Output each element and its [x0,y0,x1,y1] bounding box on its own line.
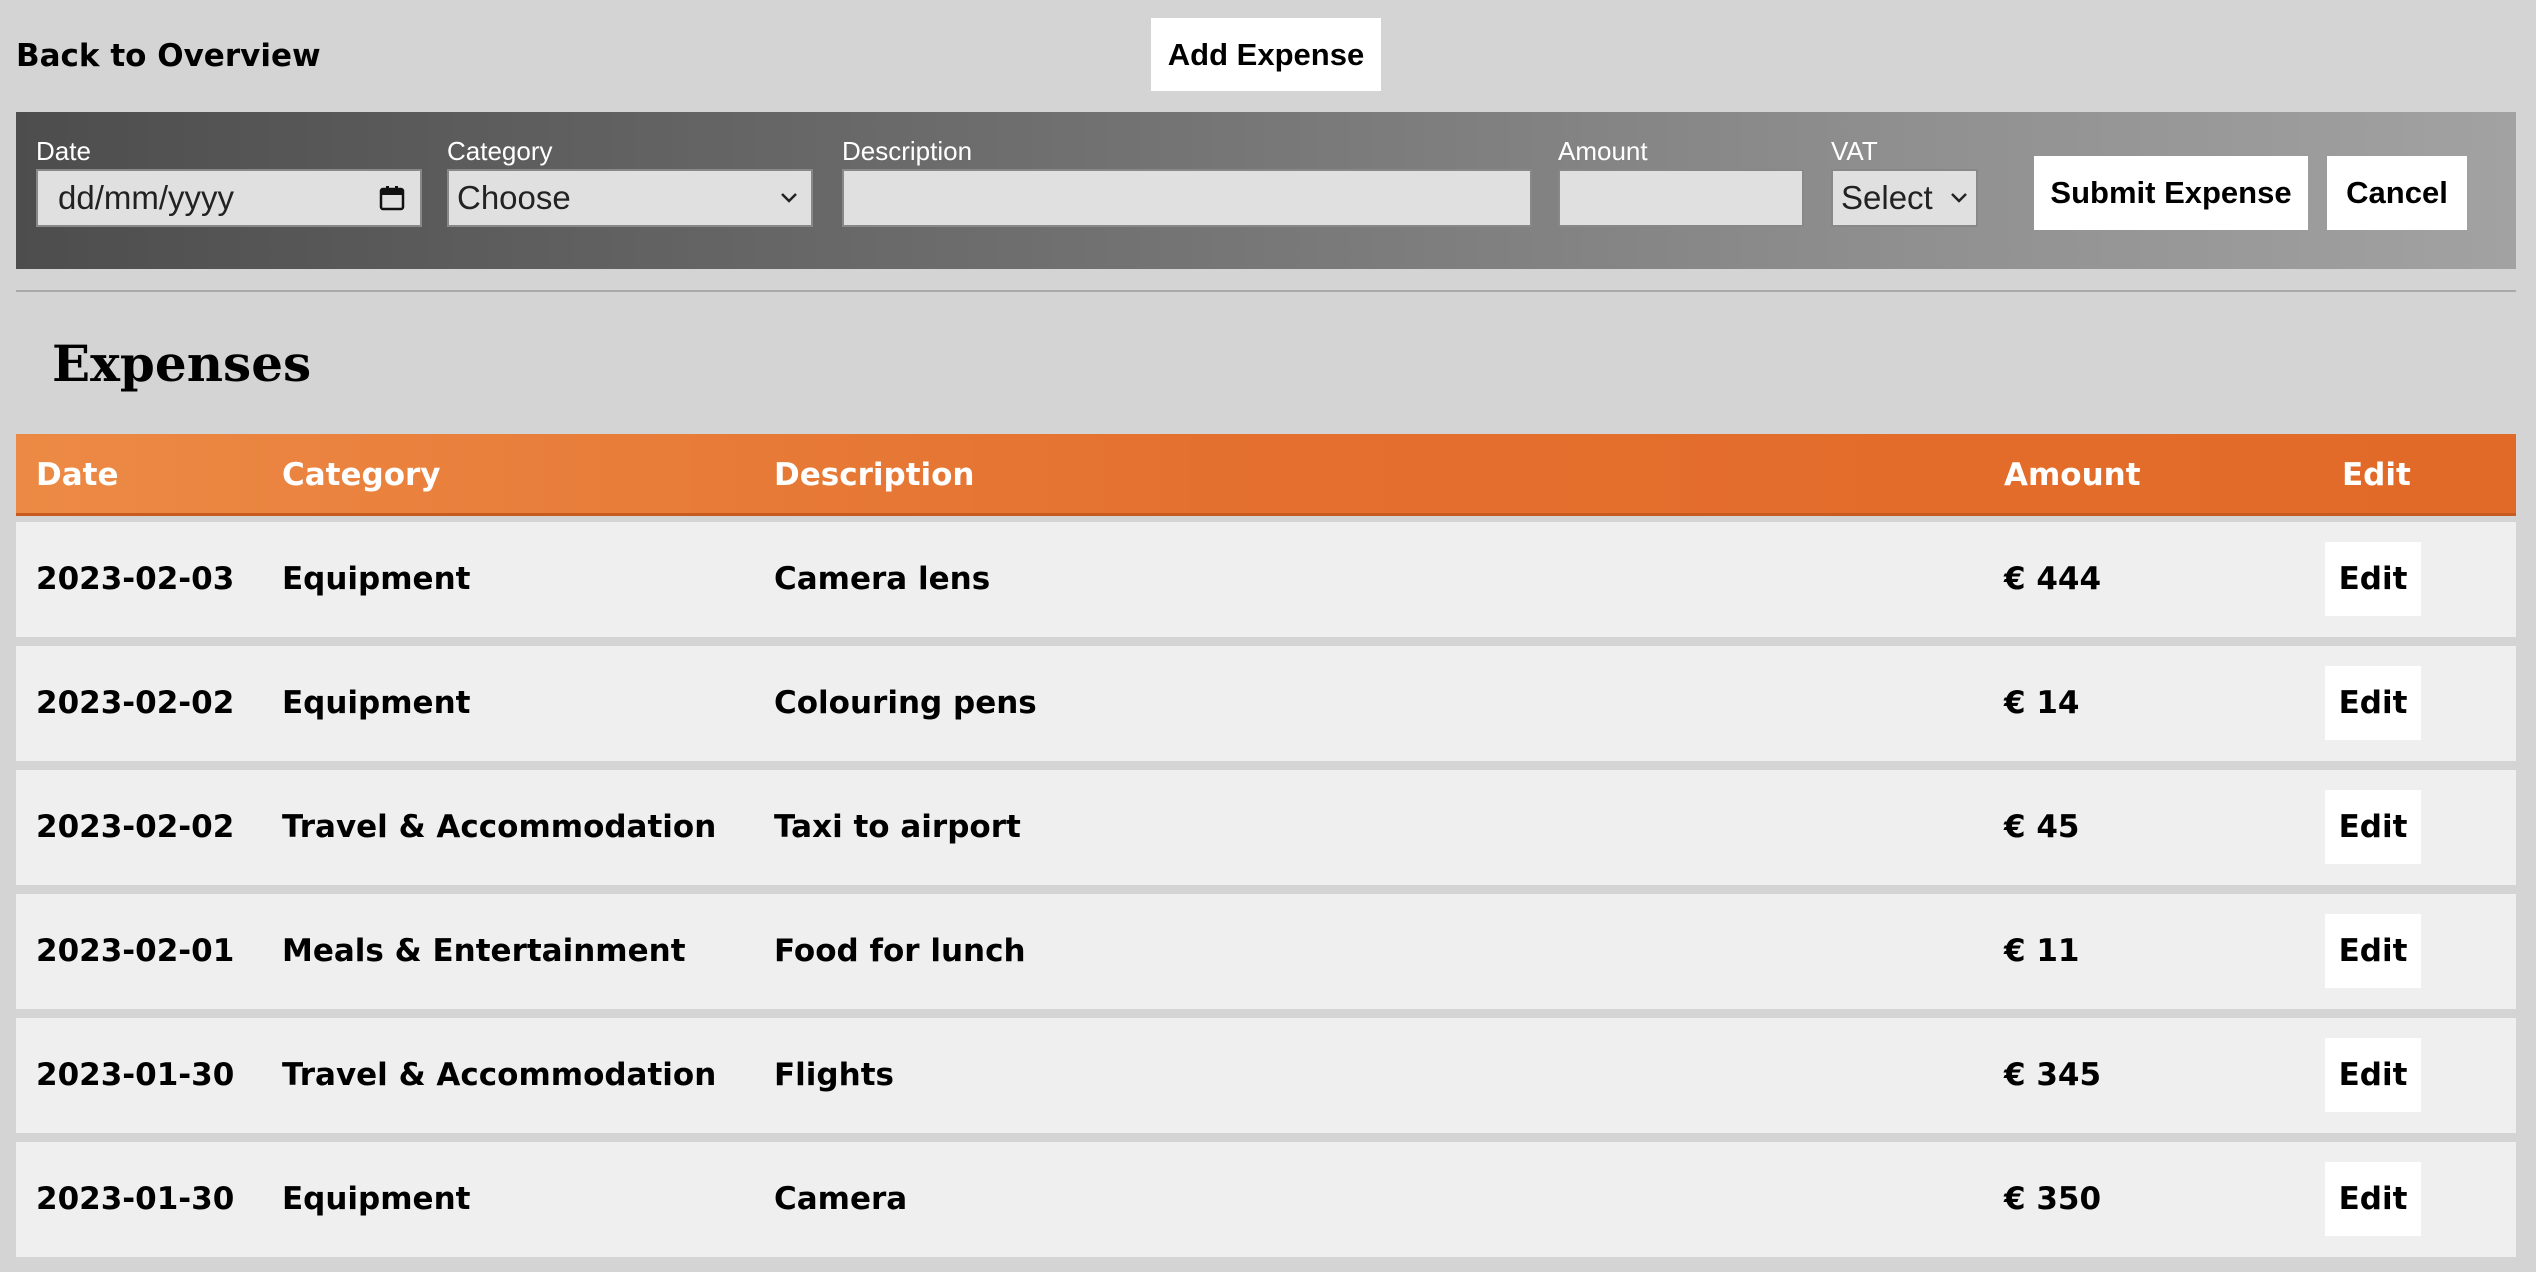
category-label: Category [447,136,553,166]
edit-button[interactable]: Edit [2325,914,2421,988]
chevron-down-icon [1942,191,1976,205]
add-expense-button[interactable]: Add Expense [1151,18,1381,91]
calendar-icon[interactable] [364,184,420,212]
header-edit: Edit [2342,457,2411,493]
cell-category: Equipment [282,1181,471,1217]
cell-date: 2023-02-02 [36,685,235,721]
header-amount: Amount [2004,457,2141,493]
edit-button[interactable]: Edit [2325,1162,2421,1236]
date-label: Date [36,136,91,166]
category-select[interactable]: Choose [447,169,813,227]
cell-category: Meals & Entertainment [282,933,686,969]
cell-category: Travel & Accommodation [282,809,717,845]
description-label: Description [842,136,973,166]
cell-description: Camera lens [774,561,991,597]
date-input-value: dd/mm/yyyy [58,179,235,216]
cell-category: Equipment [282,561,471,597]
description-input[interactable] [842,169,1532,227]
expenses-table: Date Category Description Amount Edit 20… [16,434,2516,1266]
cell-description: Taxi to airport [774,809,1021,845]
cell-amount: € 345 [2004,1057,2102,1093]
cell-date: 2023-01-30 [36,1057,235,1093]
vat-select-value: Select [1841,179,1933,216]
table-row: 2023-02-01 Meals & Entertainment Food fo… [16,894,2516,1009]
table-row: 2023-01-30 Equipment Camera € 350 Edit [16,1142,2516,1257]
amount-input[interactable] [1558,169,1804,227]
vat-select[interactable]: Select [1831,169,1978,227]
header-category: Category [282,457,441,493]
amount-field-group: Amount [1558,136,1648,166]
expenses-page: Back to Overview Add Expense Date dd/mm/… [0,0,2536,1272]
table-body: 2023-02-03 Equipment Camera lens € 444 E… [16,522,2516,1257]
expense-form: Date dd/mm/yyyy Category Choose Descript… [16,112,2516,269]
category-select-value: Choose [457,179,571,216]
cell-description: Camera [774,1181,908,1217]
chevron-down-icon [767,191,811,205]
table-row: 2023-02-03 Equipment Camera lens € 444 E… [16,522,2516,637]
table-row: 2023-02-02 Travel & Accommodation Taxi t… [16,770,2516,885]
cell-date: 2023-02-03 [36,561,235,597]
date-field-group: Date [36,136,91,166]
cell-description: Flights [774,1057,894,1093]
vat-label: VAT [1831,136,1878,166]
edit-button[interactable]: Edit [2325,1038,2421,1112]
description-field-group: Description [842,136,972,166]
table-row: 2023-01-30 Travel & Accommodation Flight… [16,1018,2516,1133]
divider [16,290,2516,292]
vat-field-group: VAT [1831,136,1878,166]
page-title: Expenses [52,334,312,393]
cell-amount: € 14 [2004,685,2080,721]
cell-date: 2023-01-30 [36,1181,235,1217]
category-field-group: Category [447,136,553,166]
cell-category: Equipment [282,685,471,721]
edit-button[interactable]: Edit [2325,666,2421,740]
cell-amount: € 444 [2004,561,2102,597]
cell-date: 2023-02-02 [36,809,235,845]
table-header: Date Category Description Amount Edit [16,434,2516,516]
edit-button[interactable]: Edit [2325,542,2421,616]
cell-category: Travel & Accommodation [282,1057,717,1093]
cell-date: 2023-02-01 [36,933,235,969]
cell-description: Food for lunch [774,933,1026,969]
submit-expense-button[interactable]: Submit Expense [2034,156,2308,230]
header-date: Date [36,457,119,493]
amount-label: Amount [1558,136,1648,166]
cell-amount: € 11 [2004,933,2080,969]
cell-description: Colouring pens [774,685,1037,721]
date-input[interactable]: dd/mm/yyyy [36,169,422,227]
cell-amount: € 350 [2004,1181,2102,1217]
back-to-overview-link[interactable]: Back to Overview [16,38,321,74]
edit-button[interactable]: Edit [2325,790,2421,864]
header-description: Description [774,457,975,493]
cell-amount: € 45 [2004,809,2080,845]
cancel-button[interactable]: Cancel [2327,156,2467,230]
table-row: 2023-02-02 Equipment Colouring pens € 14… [16,646,2516,761]
